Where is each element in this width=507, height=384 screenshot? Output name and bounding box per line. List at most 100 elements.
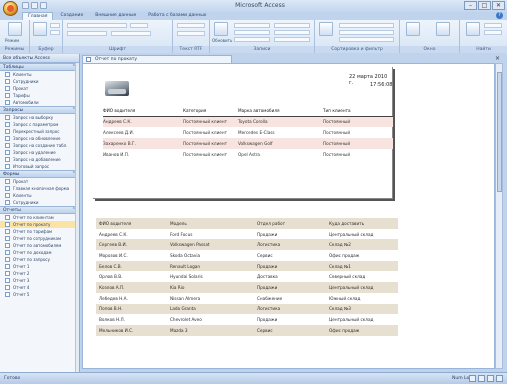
cut-button[interactable] xyxy=(50,23,60,28)
nav-item[interactable]: Запрос на создание табл. xyxy=(0,142,79,149)
nav-item[interactable]: Отчет по запросу xyxy=(0,256,79,263)
car-image xyxy=(105,81,129,96)
spelling-button[interactable] xyxy=(274,30,310,35)
table-cell: Алексеев Д.И. xyxy=(103,130,134,135)
nav-item[interactable]: Клиенты xyxy=(0,192,79,199)
nav-item-label: Перекрестный запрос xyxy=(13,129,60,134)
table-row: Андреев С.К. Постоянный клиент Toyota Coro… xyxy=(103,116,393,127)
office-button[interactable] xyxy=(3,1,18,16)
report-scrollbar[interactable] xyxy=(495,63,503,369)
switch-windows-button[interactable] xyxy=(436,22,450,36)
close-button[interactable]: ✕ xyxy=(492,1,505,10)
report-view-icon[interactable] xyxy=(469,375,476,382)
more-button[interactable] xyxy=(274,37,310,42)
nav-item[interactable]: Автомобили xyxy=(0,99,79,106)
list-buttons[interactable] xyxy=(177,23,205,28)
save-record-button[interactable] xyxy=(234,30,270,35)
nav-item[interactable]: Итоговый запрос xyxy=(0,163,79,170)
object-icon xyxy=(5,229,10,234)
design-view-icon[interactable] xyxy=(496,375,503,382)
save-icon[interactable] xyxy=(22,2,29,9)
object-icon xyxy=(5,278,10,283)
font-size-select[interactable] xyxy=(130,23,148,28)
table-cell: Модель xyxy=(167,218,254,229)
fit-form-button[interactable] xyxy=(406,22,420,36)
clear-sort-button[interactable] xyxy=(339,37,394,42)
print-preview-icon[interactable] xyxy=(478,375,485,382)
minimize-button[interactable]: – xyxy=(464,1,477,10)
nav-item[interactable]: Запрос с параметром xyxy=(0,121,79,128)
nav-item[interactable]: Отчет 5 xyxy=(0,291,79,298)
font-name-select[interactable] xyxy=(67,23,127,28)
table-cell: Постоянный клиент xyxy=(183,138,238,149)
find-button[interactable] xyxy=(466,22,480,36)
nav-section-header[interactable]: Запросы ⌃ xyxy=(0,106,79,114)
tab-create[interactable]: Создание xyxy=(55,12,88,20)
nav-item[interactable]: Отчет по тарифам xyxy=(0,228,79,235)
nav-item[interactable]: Запрос на выборку xyxy=(0,114,79,121)
nav-item[interactable]: Запрос на обновление xyxy=(0,135,79,142)
scrollbar-thumb[interactable] xyxy=(497,72,502,192)
copy-button[interactable] xyxy=(50,30,60,35)
tab-home[interactable]: Главная xyxy=(22,12,54,20)
nav-item[interactable]: Запрос на удаление xyxy=(0,149,79,156)
undo-icon[interactable] xyxy=(31,2,38,9)
nav-item[interactable]: Тарифы xyxy=(0,92,79,99)
paste-button[interactable] xyxy=(33,22,47,36)
nav-section-header[interactable]: Таблицы ⌃ xyxy=(0,63,79,71)
document-tab[interactable]: Отчет по прокату xyxy=(82,55,232,63)
table-cell: Постоянный xyxy=(323,152,351,157)
nav-item[interactable]: Прокат xyxy=(0,85,79,92)
object-icon xyxy=(5,186,10,191)
nav-item[interactable]: Перекрестный запрос xyxy=(0,128,79,135)
nav-item[interactable]: Отчет 4 xyxy=(0,284,79,291)
nav-item[interactable]: Запрос на добавление xyxy=(0,156,79,163)
nav-item[interactable]: Главная кнопочная форма xyxy=(0,185,79,192)
table-cell: Орлов В.В. xyxy=(99,274,123,280)
replace-button[interactable] xyxy=(484,23,502,28)
nav-item[interactable]: Отчет по доходам xyxy=(0,249,79,256)
nav-item[interactable]: Сотрудники xyxy=(0,78,79,85)
align-buttons[interactable] xyxy=(111,31,151,36)
nav-item[interactable]: Отчет 3 xyxy=(0,277,79,284)
nav-item[interactable]: Отчет 2 xyxy=(0,270,79,277)
nav-item[interactable]: Отчет по клиентам xyxy=(0,214,79,221)
close-document-icon[interactable]: × xyxy=(495,55,500,62)
table-cell: Андреев С.К. xyxy=(103,116,183,127)
refresh-all-button[interactable] xyxy=(214,22,228,36)
sort-desc-button[interactable] xyxy=(339,30,394,35)
nav-item[interactable]: Отчет по автомобилям xyxy=(0,242,79,249)
nav-item[interactable]: Прокат xyxy=(0,178,79,185)
nav-item[interactable]: Сотрудники xyxy=(0,199,79,206)
tab-external-data[interactable]: Внешние данные xyxy=(90,12,141,20)
new-record-button[interactable] xyxy=(234,23,270,28)
redo-icon[interactable] xyxy=(40,2,47,9)
nav-item[interactable]: Отчет 1 xyxy=(0,263,79,270)
nav-section-header[interactable]: Формы ⌃ xyxy=(0,170,79,178)
nav-item[interactable]: Отчет по сотрудникам xyxy=(0,235,79,242)
nav-section-title: Запросы xyxy=(3,108,24,113)
delete-record-button[interactable] xyxy=(234,37,270,42)
nav-scrollbar[interactable] xyxy=(75,63,79,372)
group-window-label: Окно xyxy=(400,46,459,53)
table-row: Алексеев Д.И. Постоянный клиент Mercedes E… xyxy=(103,127,393,138)
tab-database-tools[interactable]: Работа с базами данных xyxy=(143,12,211,20)
maximize-button[interactable]: □ xyxy=(478,1,491,10)
sort-asc-button[interactable] xyxy=(339,23,394,28)
nav-item[interactable]: Отчет по прокату xyxy=(0,221,79,228)
nav-section-header[interactable]: Отчеты ⌃ xyxy=(0,206,79,214)
view-button-label: Режим xyxy=(5,38,20,43)
font-style-buttons[interactable] xyxy=(67,31,107,36)
indent-buttons[interactable] xyxy=(177,31,205,36)
nav-item-label: Автомобили xyxy=(13,100,39,105)
table-row: Захаренко В.Г. Постоянный клиент Volkswage… xyxy=(103,138,393,149)
nav-header[interactable]: Все объекты Access xyxy=(0,54,79,63)
view-button[interactable] xyxy=(8,22,22,36)
filter-button[interactable] xyxy=(319,22,333,36)
table-cell: Тип клиента xyxy=(323,105,393,117)
totals-button[interactable] xyxy=(274,23,310,28)
nav-item[interactable]: Клиенты xyxy=(0,71,79,78)
layout-view-icon[interactable] xyxy=(487,375,494,382)
goto-button[interactable] xyxy=(484,30,502,35)
help-icon[interactable]: ? xyxy=(496,12,503,19)
